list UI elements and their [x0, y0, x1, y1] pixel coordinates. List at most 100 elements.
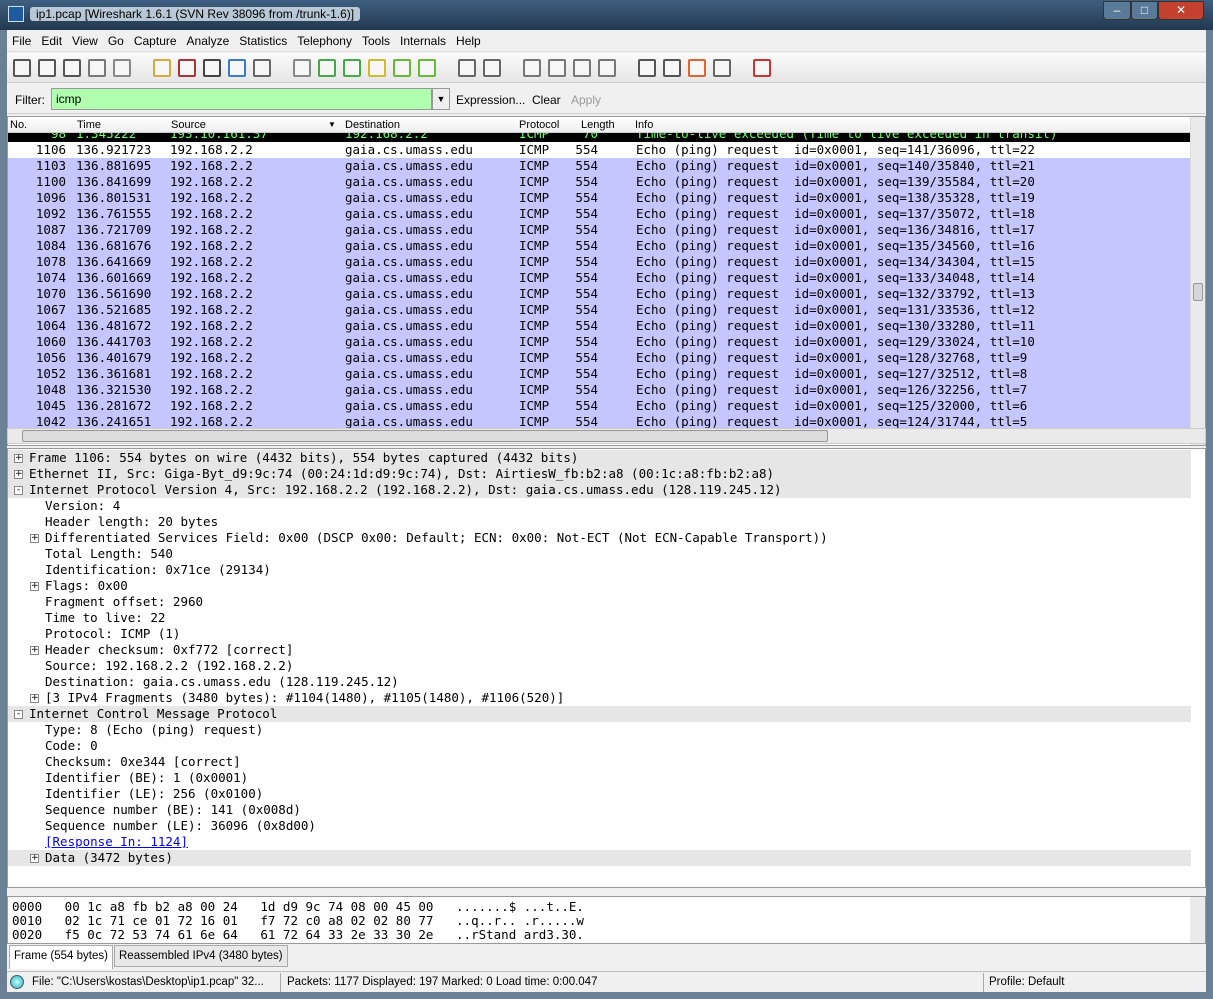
- zoom-out-icon[interactable]: [548, 59, 566, 77]
- packet-row[interactable]: 1106 136.921723 192.168.2.2 gaia.cs.umass.e…: [8, 142, 1191, 158]
- menu-capture[interactable]: Capture: [129, 30, 182, 48]
- menu-tools[interactable]: Tools: [357, 30, 395, 48]
- packet-row[interactable]: 1103 136.881695 192.168.2.2 gaia.cs.umass.e…: [8, 158, 1191, 174]
- response-link[interactable]: [Response In: 1124]: [45, 834, 188, 850]
- find-icon[interactable]: [293, 59, 311, 77]
- coloring-rules-icon[interactable]: [688, 59, 706, 77]
- packet-row[interactable]: 1048 136.321530 192.168.2.2 gaia.cs.umass.e…: [8, 382, 1191, 398]
- detail-row[interactable]: Identifier (LE): 256 (0x0100): [8, 786, 1191, 802]
- menu-help[interactable]: Help: [451, 30, 486, 48]
- packet-row[interactable]: 1067 136.521685 192.168.2.2 gaia.cs.umass.e…: [8, 302, 1191, 318]
- packet-row[interactable]: 1100 136.841699 192.168.2.2 gaia.cs.umass.e…: [8, 174, 1191, 190]
- packet-row[interactable]: 1064 136.481672 192.168.2.2 gaia.cs.umass.e…: [8, 318, 1191, 334]
- detail-row[interactable]: [Response In: 1124]: [8, 834, 1191, 850]
- detail-row[interactable]: Header length: 20 bytes: [8, 514, 1191, 530]
- preferences-icon[interactable]: [713, 59, 731, 77]
- close-file-icon[interactable]: [203, 59, 221, 77]
- normal-size-icon[interactable]: [573, 59, 591, 77]
- detail-row[interactable]: + Header checksum: 0xf772 [correct]: [8, 642, 1191, 658]
- packet-row[interactable]: 1078 136.641669 192.168.2.2 gaia.cs.umass.e…: [8, 254, 1191, 270]
- detail-row[interactable]: Time to live: 22: [8, 610, 1191, 626]
- column-no[interactable]: No.: [10, 119, 27, 131]
- menu-analyze[interactable]: Analyze: [182, 30, 235, 48]
- menu-internals[interactable]: Internals: [395, 30, 451, 48]
- detail-row[interactable]: Checksum: 0xe344 [correct]: [8, 754, 1191, 770]
- column-time[interactable]: Time: [77, 119, 101, 131]
- detail-row[interactable]: Sequence number (BE): 141 (0x008d): [8, 802, 1191, 818]
- expert-info-icon[interactable]: [10, 975, 24, 989]
- minimize-button[interactable]: –: [1103, 1, 1131, 20]
- detail-row[interactable]: Protocol: ICMP (1): [8, 626, 1191, 642]
- expand-icon[interactable]: +: [30, 694, 39, 703]
- help-icon[interactable]: [753, 59, 771, 77]
- detail-row[interactable]: + Flags: 0x00: [8, 578, 1191, 594]
- open-icon[interactable]: [153, 59, 171, 77]
- scroll-thumb[interactable]: [22, 430, 828, 442]
- detail-row[interactable]: + Differentiated Services Field: 0x00 (DS…: [8, 530, 1191, 546]
- hex-row[interactable]: 0010 02 1c 71 ce 01 72 16 01 f7 72 c0 a8…: [12, 914, 584, 928]
- detail-row[interactable]: Type: 8 (Echo (ping) request): [8, 722, 1191, 738]
- maximize-button[interactable]: □: [1131, 1, 1158, 20]
- tab-reassembled-ipv4[interactable]: Reassembled IPv4 (3480 bytes): [114, 945, 288, 967]
- forward-icon[interactable]: [343, 59, 361, 77]
- detail-row[interactable]: Code: 0: [8, 738, 1191, 754]
- menu-view[interactable]: View: [67, 30, 103, 48]
- column-destination[interactable]: Destination: [345, 119, 400, 131]
- horizontal-scrollbar[interactable]: [7, 428, 1206, 444]
- detail-row[interactable]: - Internet Control Message Protocol: [8, 706, 1191, 722]
- print-icon[interactable]: [253, 59, 271, 77]
- filter-input[interactable]: icmp: [51, 88, 432, 110]
- autoscroll-icon[interactable]: [483, 59, 501, 77]
- restart-capture-icon[interactable]: [113, 59, 131, 77]
- packet-row[interactable]: 1074 136.601669 192.168.2.2 gaia.cs.umass.e…: [8, 270, 1191, 286]
- packet-row[interactable]: 1096 136.801531 192.168.2.2 gaia.cs.umass.e…: [8, 190, 1191, 206]
- detail-row[interactable]: + [3 IPv4 Fragments (3480 bytes): #1104(1…: [8, 690, 1191, 706]
- expand-icon[interactable]: +: [14, 470, 23, 479]
- save-icon[interactable]: [178, 59, 196, 77]
- menu-edit[interactable]: Edit: [36, 30, 67, 48]
- packet-row[interactable]: 1092 136.761555 192.168.2.2 gaia.cs.umass.e…: [8, 206, 1191, 222]
- tab-frame[interactable]: Frame (554 bytes): [9, 945, 113, 969]
- hex-row[interactable]: 0020 f5 0c 72 53 74 61 6e 64 61 72 64 33…: [12, 928, 584, 942]
- detail-row[interactable]: Identifier (BE): 1 (0x0001): [8, 770, 1191, 786]
- close-button[interactable]: ✕: [1158, 1, 1204, 20]
- detail-row[interactable]: + Ethernet II, Src: Giga-Byt_d9:9c:74 (00…: [8, 466, 1191, 482]
- column-protocol[interactable]: Protocol: [519, 119, 559, 131]
- goto-icon[interactable]: [368, 59, 386, 77]
- interfaces-icon[interactable]: [13, 59, 31, 77]
- menu-go[interactable]: Go: [103, 30, 129, 48]
- hex-row[interactable]: 0000 00 1c a8 fb b2 a8 00 24 1d d9 9c 74…: [12, 900, 584, 914]
- expand-icon[interactable]: +: [30, 854, 39, 863]
- scroll-thumb[interactable]: [1193, 283, 1203, 301]
- apply-button[interactable]: Apply: [571, 93, 601, 107]
- collapse-icon[interactable]: -: [14, 710, 23, 719]
- capture-filters-icon[interactable]: [638, 59, 656, 77]
- menu-telephony[interactable]: Telephony: [292, 30, 357, 48]
- detail-row[interactable]: Sequence number (LE): 36096 (0x8d00): [8, 818, 1191, 834]
- detail-row[interactable]: Fragment offset: 2960: [8, 594, 1191, 610]
- collapse-icon[interactable]: -: [14, 486, 23, 495]
- status-profile[interactable]: Profile: Default: [989, 976, 1064, 988]
- filter-dropdown-chevron-icon[interactable]: ▼: [432, 88, 450, 110]
- detail-row[interactable]: + Frame 1106: 554 bytes on wire (4432 bit…: [8, 450, 1191, 466]
- packet-list-scrollbar[interactable]: [1190, 117, 1205, 445]
- hex-scrollbar[interactable]: [1190, 897, 1205, 943]
- packet-row[interactable]: 1060 136.441703 192.168.2.2 gaia.cs.umass.e…: [8, 334, 1191, 350]
- zoom-in-icon[interactable]: [523, 59, 541, 77]
- packet-row[interactable]: 98 1.345222 193.10.161.37 192.168.2.2 ICMP 70…: [8, 133, 1191, 142]
- resize-columns-icon[interactable]: [598, 59, 616, 77]
- detail-row[interactable]: Source: 192.168.2.2 (192.168.2.2): [8, 658, 1191, 674]
- packet-row[interactable]: 1052 136.361681 192.168.2.2 gaia.cs.umass.e…: [8, 366, 1191, 382]
- packet-row[interactable]: 1087 136.721709 192.168.2.2 gaia.cs.umass.e…: [8, 222, 1191, 238]
- colorize-icon[interactable]: [458, 59, 476, 77]
- expand-icon[interactable]: +: [30, 582, 39, 591]
- detail-row[interactable]: + Data (3472 bytes): [8, 850, 1191, 866]
- column-source[interactable]: Source: [171, 119, 206, 131]
- packet-row[interactable]: 1070 136.561690 192.168.2.2 gaia.cs.umass.e…: [8, 286, 1191, 302]
- packet-row[interactable]: 1056 136.401679 192.168.2.2 gaia.cs.umass.e…: [8, 350, 1191, 366]
- expand-icon[interactable]: +: [14, 454, 23, 463]
- expression-button[interactable]: Expression...: [456, 93, 525, 107]
- back-icon[interactable]: [318, 59, 336, 77]
- menu-file[interactable]: File: [7, 30, 36, 48]
- column-info[interactable]: Info: [635, 119, 653, 131]
